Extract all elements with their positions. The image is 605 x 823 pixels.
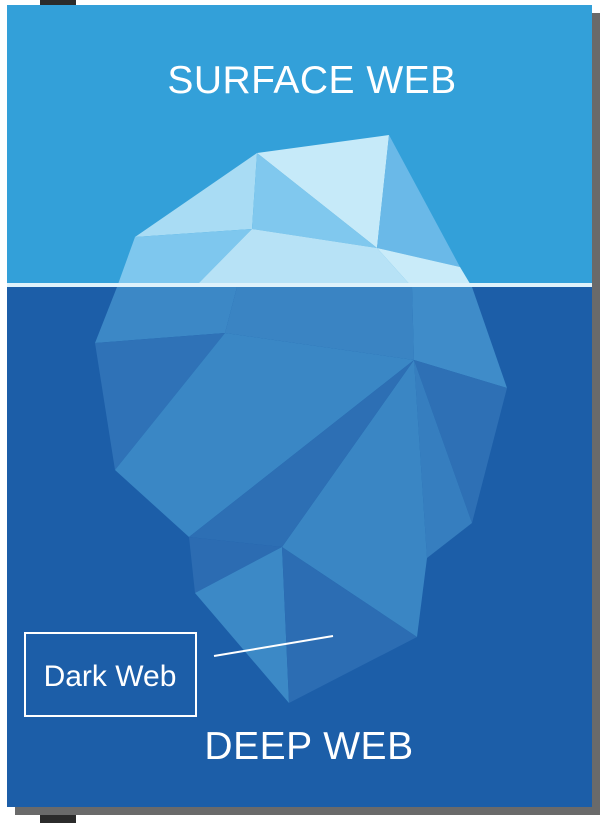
iceberg-poster: SURFACE WEB DEEP WEB Dark Web [7,5,592,807]
iceberg-diagram: SURFACE WEB DEEP WEB Dark Web [7,5,592,807]
surface-web-title: SURFACE WEB [167,59,456,102]
deep-web-title: DEEP WEB [204,725,413,768]
bottom-edge-bar [40,810,76,823]
canvas: SURFACE WEB DEEP WEB Dark Web [0,0,605,823]
dark-web-label: Dark Web [44,660,177,693]
waterline [7,283,592,287]
